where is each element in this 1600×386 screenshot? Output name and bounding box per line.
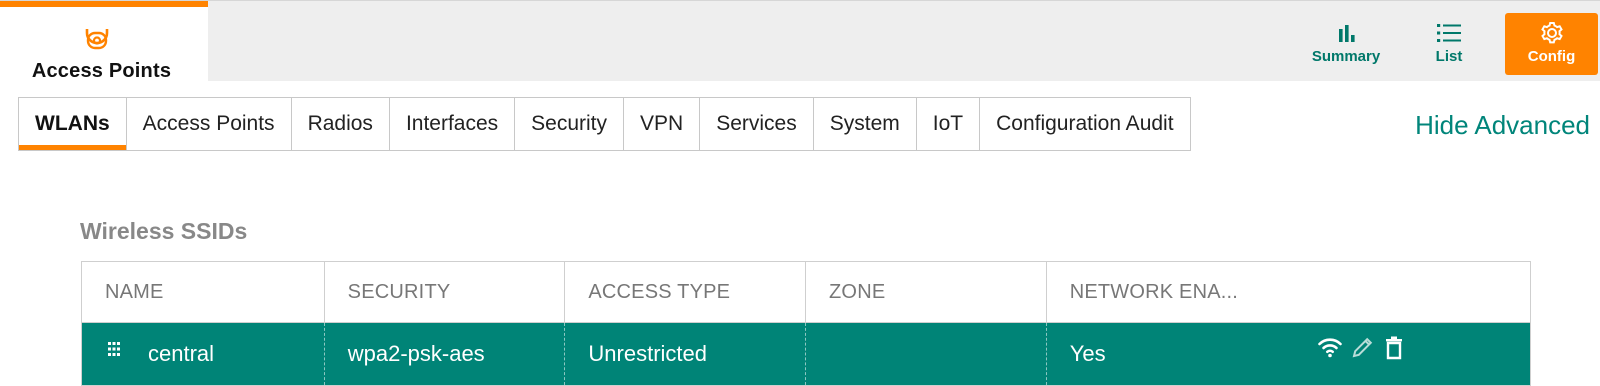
tab-access-points[interactable]: Access Points: [127, 98, 292, 150]
tab-interfaces[interactable]: Interfaces: [390, 98, 516, 150]
cell-name: central: [82, 323, 325, 385]
wifi-icon[interactable]: [1318, 335, 1342, 361]
cell-security: wpa2-psk-aes: [325, 323, 566, 385]
pencil-icon[interactable]: [1350, 335, 1374, 361]
tab-system[interactable]: System: [814, 98, 917, 150]
config-nav-label: Config: [1527, 48, 1576, 65]
trash-icon[interactable]: [1382, 335, 1406, 361]
ssid-name: central: [148, 341, 215, 366]
list-nav-label: List: [1435, 48, 1463, 65]
tab-vpn[interactable]: VPN: [624, 98, 701, 150]
drag-handle-icon[interactable]: [107, 341, 121, 357]
hide-advanced-link[interactable]: Hide Advanced: [1415, 110, 1590, 141]
app-title: Access Points: [31, 60, 172, 82]
column-header-security[interactable]: SECURITY: [325, 262, 566, 323]
tab-configuration-audit[interactable]: Configuration Audit: [980, 98, 1189, 150]
config-nav-button[interactable]: Config: [1505, 13, 1598, 75]
column-header-access-type[interactable]: ACCESS TYPE: [565, 262, 807, 323]
tab-radios[interactable]: Radios: [292, 98, 390, 150]
summary-nav-label: Summary: [1311, 48, 1381, 65]
network-enabled-value: Yes: [1069, 341, 1106, 366]
cell-network-enabled: Yes: [1047, 323, 1530, 385]
ssid-table: NAME SECURITY ACCESS TYPE ZONE NETWORK E…: [81, 261, 1531, 386]
tab-security[interactable]: Security: [515, 98, 625, 150]
tab-iot[interactable]: IoT: [917, 98, 981, 150]
access-point-icon: [85, 29, 109, 50]
summary-nav-button[interactable]: Summary: [1298, 13, 1394, 75]
app-tab-access-points[interactable]: Access Points: [0, 1, 208, 82]
row-actions: [1318, 335, 1406, 361]
table-header: NAME SECURITY ACCESS TYPE ZONE NETWORK E…: [82, 262, 1530, 323]
list-nav-button[interactable]: List: [1401, 13, 1497, 75]
config-tab-strip: WLANs Access Points Radios Interfaces Se…: [18, 97, 1191, 151]
top-header: Access Points Summary List Config: [0, 0, 1600, 82]
section-title: Wireless SSIDs: [80, 218, 248, 244]
list-icon: [1437, 24, 1461, 42]
table-row[interactable]: central wpa2-psk-aes Unrestricted Yes: [82, 323, 1530, 385]
column-header-network-enabled[interactable]: NETWORK ENA...: [1047, 262, 1530, 323]
column-header-name[interactable]: NAME: [82, 262, 325, 323]
bar-chart-icon: [1339, 25, 1355, 42]
cell-access-type: Unrestricted: [565, 323, 807, 385]
tab-wlans[interactable]: WLANs: [19, 98, 127, 150]
gear-icon: [1540, 22, 1563, 44]
tab-services[interactable]: Services: [700, 98, 814, 150]
column-header-zone[interactable]: ZONE: [806, 262, 1047, 323]
cell-zone: [806, 323, 1047, 385]
